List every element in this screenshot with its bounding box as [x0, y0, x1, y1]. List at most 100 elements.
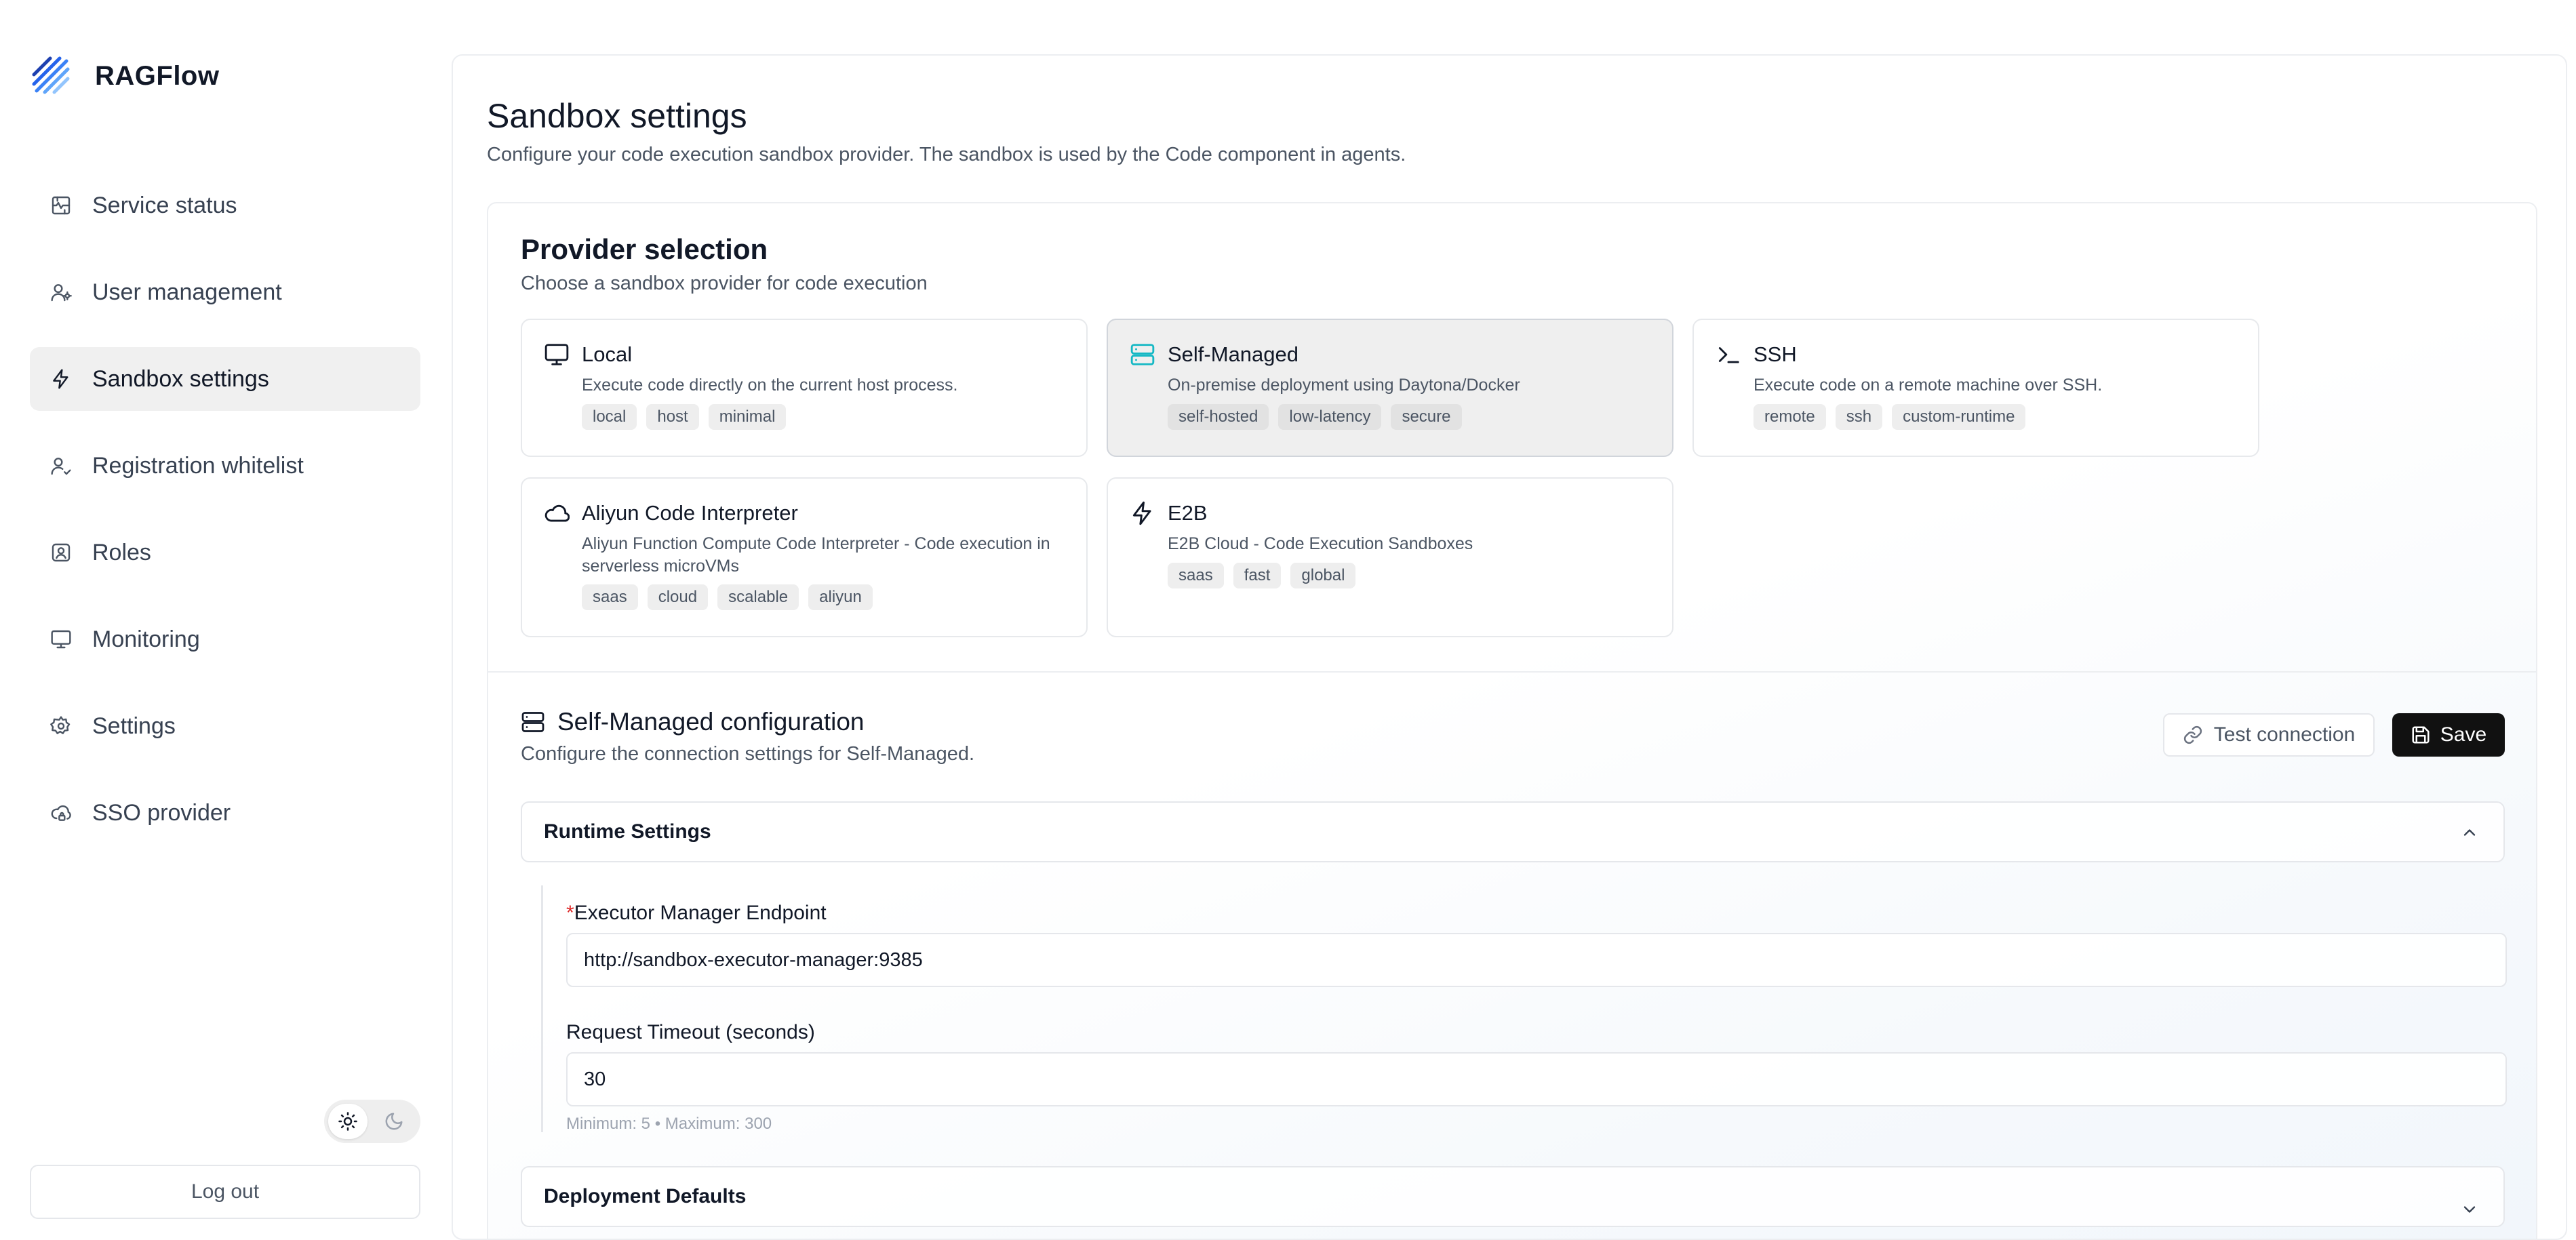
endpoint-value: http://sandbox-executor-manager:9385 [584, 948, 923, 971]
light-theme-button[interactable] [328, 1104, 368, 1139]
save-icon [2412, 726, 2430, 744]
sidebar-item-user-management[interactable]: User management [30, 260, 420, 324]
app-name: RAGFlow [95, 60, 220, 91]
card-header: E2B [1130, 500, 1208, 526]
provider-tags: local host minimal [582, 404, 787, 430]
save-label: Save [2440, 723, 2487, 746]
executor-endpoint-input[interactable]: http://sandbox-executor-manager:9385 [566, 933, 2507, 987]
sidebar-item-sandbox-settings[interactable]: Sandbox settings [30, 347, 420, 411]
runtime-settings-accordion[interactable]: Runtime Settings [521, 801, 2505, 862]
provider-tag: aliyun [808, 584, 873, 610]
provider-name: Local [582, 342, 633, 366]
sidebar-item-service-status[interactable]: Service status [30, 174, 420, 237]
cloud-icon [544, 504, 570, 522]
provider-tag: global [1290, 563, 1356, 588]
card-header: Self-Managed [1130, 342, 1299, 367]
provider-card-ssh[interactable]: SSH Execute code on a remote machine ove… [1692, 319, 2259, 457]
accordion-title: Deployment Defaults [544, 1185, 747, 1207]
chevron-down-icon [2463, 1206, 2476, 1213]
timeout-value: 30 [584, 1068, 606, 1090]
sidebar-nav: Service status User management Sandbox s… [30, 174, 420, 868]
service-status-icon [52, 196, 71, 215]
terminal-icon [1718, 347, 1739, 363]
sidebar-item-label: Registration whitelist [92, 452, 304, 479]
provider-tag: saas [582, 584, 638, 610]
timeout-hint: Minimum: 5 • Maximum: 300 [566, 1115, 772, 1133]
dark-theme-button[interactable] [374, 1104, 414, 1139]
page-subtitle: Configure your code execution sandbox pr… [487, 144, 1406, 165]
provider-tag: saas [1168, 563, 1224, 588]
config-header: Self-Managed configuration [521, 708, 865, 736]
gear-icon [50, 716, 71, 734]
timeout-label: Request Timeout (seconds) [566, 1021, 815, 1043]
page-title: Sandbox settings [487, 97, 747, 135]
zap-icon [1132, 501, 1151, 525]
card-header: Local [544, 342, 632, 367]
endpoint-label-text: Executor Manager Endpoint [574, 902, 827, 924]
provider-description: Execute code directly on the current hos… [582, 376, 958, 395]
sidebar: RAGFlow Service status User management S… [0, 0, 453, 1240]
sun-icon [338, 1112, 357, 1131]
provider-card-self-managed[interactable]: Self-Managed On-premise deployment using… [1107, 319, 1673, 457]
section-divider [488, 671, 2536, 673]
sidebar-item-roles[interactable]: Roles [30, 521, 420, 584]
provider-tags: remote ssh custom-runtime [1753, 404, 2026, 430]
roles-icon [52, 543, 71, 562]
sidebar-item-settings[interactable]: Settings [30, 694, 420, 758]
provider-tags: saas cloud scalable aliyun [582, 584, 873, 610]
provider-description: Execute code on a remote machine over SS… [1753, 376, 2103, 395]
moon-icon [385, 1113, 403, 1130]
accordion-title: Runtime Settings [544, 820, 711, 843]
zap-icon [53, 369, 68, 389]
link-icon [2183, 725, 2202, 744]
endpoint-label: *Executor Manager Endpoint [566, 902, 827, 925]
logout-button[interactable]: Log out [30, 1165, 420, 1219]
provider-tag: remote [1753, 404, 1826, 430]
config-title: Self-Managed configuration [557, 708, 865, 736]
sandbox-panel: Provider selection Choose a sandbox prov… [487, 202, 2537, 1239]
sidebar-item-label: Monitoring [92, 626, 200, 652]
provider-tag: low-latency [1278, 404, 1382, 430]
sidebar-item-label: Settings [92, 713, 176, 739]
provider-card-local[interactable]: Local Execute code directly on the curre… [521, 319, 1088, 457]
provider-tag: fast [1233, 563, 1282, 588]
provider-description: E2B Cloud - Code Execution Sandboxes [1168, 534, 1473, 553]
user-management-icon [51, 284, 72, 302]
test-connection-button[interactable]: Test connection [2163, 713, 2375, 757]
runtime-settings-body: *Executor Manager Endpoint http://sandbo… [541, 885, 2507, 1133]
sidebar-item-label: User management [92, 279, 282, 305]
provider-tag: local [582, 404, 637, 430]
sidebar-item-label: Sandbox settings [92, 365, 269, 392]
provider-tags: self-hosted low-latency secure [1168, 404, 1462, 430]
sidebar-item-registration-whitelist[interactable]: Registration whitelist [30, 434, 420, 498]
server-icon [521, 712, 544, 732]
main-content: Sandbox settings Configure your code exe… [452, 54, 2567, 1240]
provider-tag: cloud [647, 584, 709, 610]
save-button[interactable]: Save [2392, 713, 2505, 757]
provider-tag: secure [1391, 404, 1462, 430]
provider-name: E2B [1168, 501, 1208, 525]
provider-card-e2b[interactable]: E2B E2B Cloud - Code Execution Sandboxes… [1107, 477, 1673, 637]
sidebar-item-sso-provider[interactable]: SSO provider [30, 781, 420, 845]
sidebar-item-label: Service status [92, 192, 237, 218]
provider-name: Aliyun Code Interpreter [582, 501, 798, 525]
chevron-up-icon [2463, 829, 2476, 836]
provider-description: On-premise deployment using Daytona/Dock… [1168, 376, 1520, 395]
provider-selection-title: Provider selection [521, 233, 768, 265]
request-timeout-input[interactable]: 30 [566, 1052, 2507, 1106]
provider-tag: custom-runtime [1892, 404, 2026, 430]
provider-name: SSH [1753, 342, 1797, 366]
cloud-lock-icon [51, 805, 71, 821]
provider-tags: saas fast global [1168, 563, 1356, 588]
server-icon [1130, 344, 1155, 365]
deployment-defaults-accordion[interactable]: Deployment Defaults [521, 1166, 2505, 1227]
provider-card-aliyun[interactable]: Aliyun Code Interpreter Aliyun Function … [521, 477, 1088, 637]
provider-tag: host [646, 404, 699, 430]
brand[interactable]: RAGFlow [30, 54, 219, 98]
provider-description: Aliyun Function Compute Code Interpreter… [582, 534, 1050, 576]
config-subtitle: Configure the connection settings for Se… [521, 743, 975, 765]
provider-selection-subtitle: Choose a sandbox provider for code execu… [521, 273, 928, 294]
sidebar-item-monitoring[interactable]: Monitoring [30, 607, 420, 671]
provider-tag: ssh [1835, 404, 1883, 430]
user-check-icon [51, 458, 71, 475]
